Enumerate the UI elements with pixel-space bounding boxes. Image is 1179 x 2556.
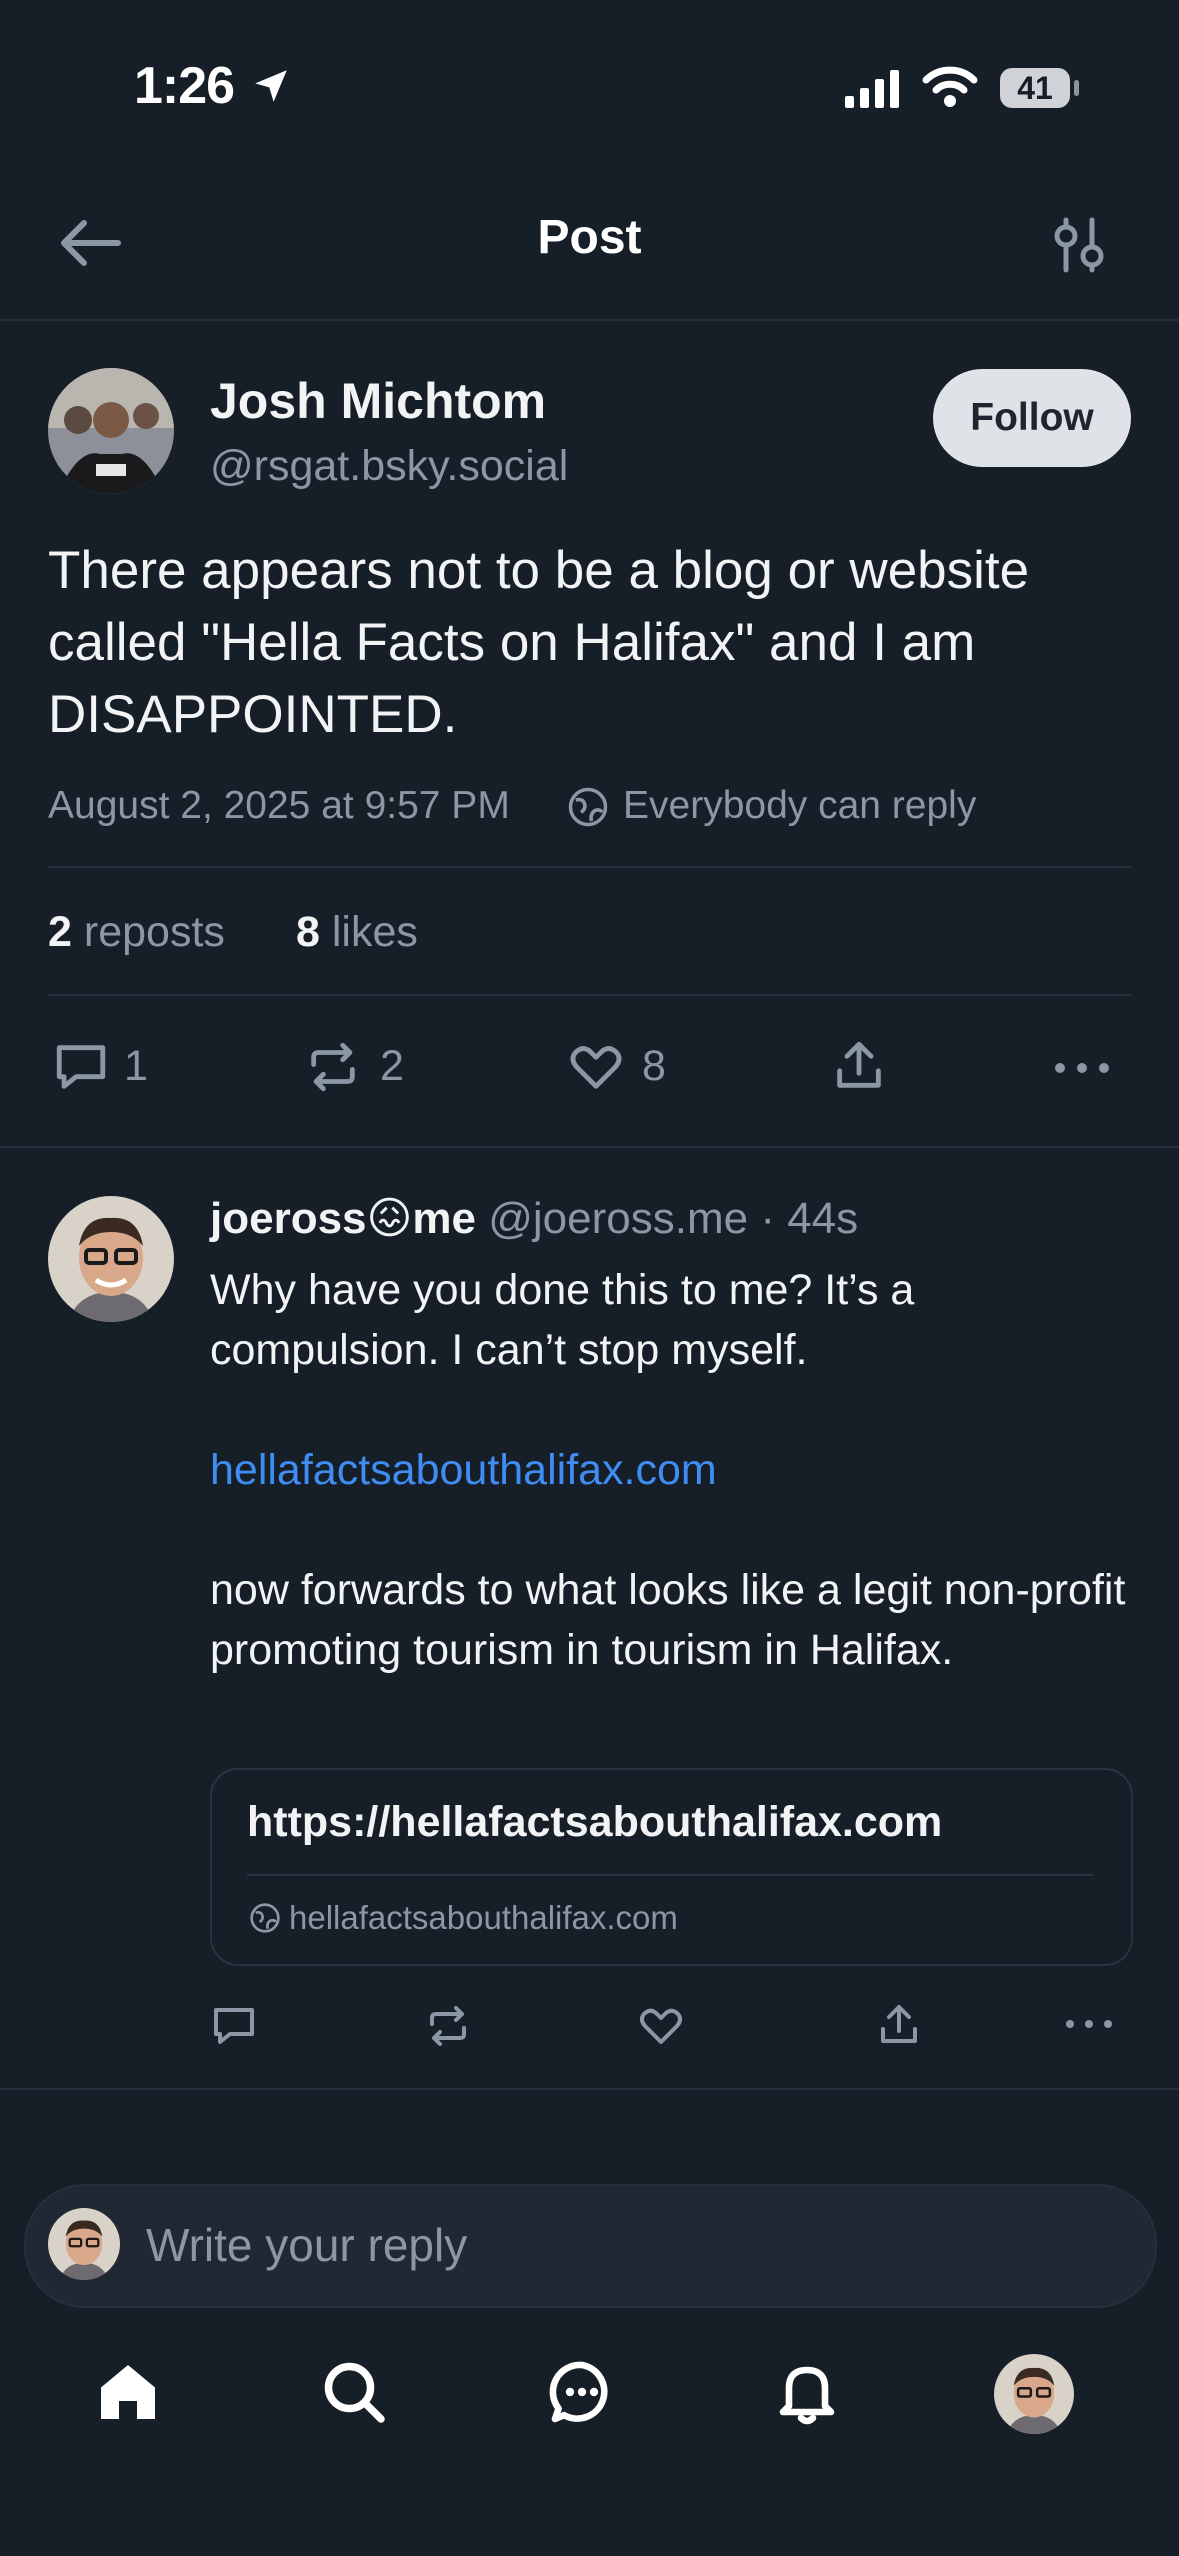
reply-heart-icon[interactable]	[636, 2002, 686, 2050]
reply-author-name[interactable]: joeross😖me	[210, 1194, 476, 1243]
chat-icon[interactable]	[546, 2356, 618, 2428]
reposts-count: 2	[48, 908, 72, 956]
reply-divider	[0, 2088, 1179, 2090]
author-handle[interactable]: @rsgat.bsky.social	[210, 442, 568, 491]
reply-link[interactable]: hellafactsabouthalifax.com	[210, 1440, 1130, 1500]
embed-domain: hellafactsabouthalifax.com	[289, 1899, 678, 1936]
author-name[interactable]: Josh Michtom	[210, 372, 546, 430]
author-avatar[interactable]	[48, 368, 174, 494]
reply-text-line2: now forwards to what looks like a legit …	[210, 1566, 1126, 1674]
status-time: 1:26	[134, 57, 235, 115]
stats-divider	[48, 994, 1131, 996]
repost-icon[interactable]	[304, 1038, 362, 1096]
notifications-bell-icon[interactable]	[771, 2354, 843, 2428]
globe-icon	[568, 787, 608, 827]
embed-divider	[247, 1874, 1093, 1876]
reply-text-line1: Why have you done this to me? It’s a com…	[210, 1266, 915, 1374]
home-icon[interactable]	[92, 2356, 164, 2428]
wifi-icon	[922, 66, 978, 107]
repost-count: 2	[380, 1042, 404, 1090]
reply-repost-icon[interactable]	[424, 2002, 472, 2050]
heart-icon[interactable]	[566, 1038, 626, 1096]
reply-author-avatar[interactable]	[48, 1196, 174, 1322]
reply-icon[interactable]	[52, 1038, 110, 1096]
post-timestamp: August 2, 2025 at 9:57 PM	[48, 784, 510, 827]
search-icon[interactable]	[318, 2356, 390, 2428]
reply-header[interactable]: joeross😖me @joeross.me · 44s	[210, 1193, 858, 1244]
reply-placeholder[interactable]: Write your reply	[146, 2218, 467, 2272]
filter-sliders-icon[interactable]	[1053, 216, 1105, 274]
meta-divider	[48, 866, 1131, 868]
share-icon[interactable]	[830, 1036, 888, 1096]
likes-label: likes	[331, 908, 418, 956]
embed-title: https://hellafactsabouthalifax.com	[247, 1798, 943, 1846]
cellular-signal-icon	[845, 70, 899, 108]
confounded-emoji: 😖	[366, 1194, 413, 1243]
post-text: There appears not to be a blog or websit…	[48, 541, 1030, 744]
reply-count: 1	[124, 1042, 148, 1090]
likes-stat[interactable]: 8 likes	[296, 908, 418, 957]
reply-more-options-icon[interactable]	[1064, 2016, 1114, 2032]
reposts-stat[interactable]: 2 reposts	[48, 908, 225, 957]
likes-count: 8	[296, 908, 320, 956]
follow-button[interactable]: Follow	[933, 369, 1131, 467]
battery-indicator: 41	[1000, 68, 1070, 108]
reply-share-icon[interactable]	[875, 2000, 923, 2050]
page-title: Post	[537, 211, 642, 264]
header-divider	[0, 319, 1179, 321]
post-divider	[0, 1146, 1179, 1148]
reply-author-handle[interactable]: @joeross.me	[488, 1194, 748, 1243]
location-arrow-icon	[255, 70, 287, 102]
profile-tab-avatar[interactable]	[994, 2354, 1074, 2434]
embed-globe-icon	[250, 1903, 280, 1933]
reply-time: · 44s	[760, 1194, 859, 1243]
more-options-icon[interactable]	[1052, 1058, 1112, 1078]
like-count: 8	[642, 1042, 666, 1090]
reply-setting[interactable]: Everybody can reply	[623, 784, 976, 828]
reply-text: Why have you done this to me? It’s a com…	[210, 1260, 1130, 1680]
battery-nub	[1074, 80, 1079, 96]
reposts-label: reposts	[83, 908, 225, 956]
composer-avatar	[48, 2208, 120, 2280]
reply-reply-icon[interactable]	[210, 2002, 258, 2050]
